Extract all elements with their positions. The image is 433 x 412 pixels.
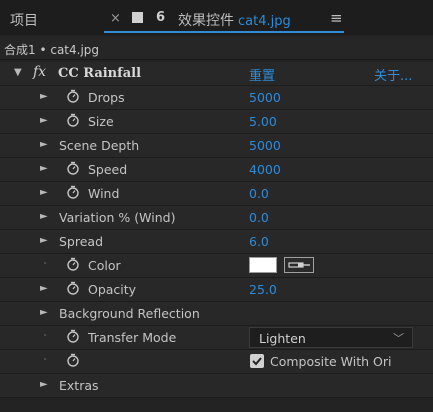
active-tab-underline — [104, 31, 344, 33]
property-row-color: Color — [0, 254, 433, 278]
property-row-composite: Composite With Ori — [0, 350, 433, 374]
tab-effect-controls[interactable]: 效果控件 cat4.jpg — [178, 10, 291, 30]
property-label: Scene Depth — [59, 138, 140, 153]
property-label: Drops — [88, 90, 125, 105]
panel-tab-bar: 项目 × 6 效果控件 cat4.jpg ≡ — [0, 0, 433, 35]
property-row-extras: ► Extras — [0, 374, 433, 398]
effect-controls-panel: 项目 × 6 效果控件 cat4.jpg ≡ 合成1 • cat4.jpg ▼ f… — [0, 0, 433, 412]
tab-effect-controls-label: 效果控件 — [178, 13, 234, 29]
no-expand-dot — [44, 334, 46, 336]
property-row-drops: ► Drops 5000 — [0, 86, 433, 110]
property-value-opacity[interactable]: 25.0 — [249, 282, 277, 297]
property-value-spread[interactable]: 6.0 — [249, 234, 269, 249]
stopwatch-icon[interactable] — [66, 281, 80, 295]
transfer-mode-dropdown[interactable]: Lighten ﹀ — [249, 327, 413, 348]
property-label: Wind — [88, 186, 120, 201]
expand-triangle-icon[interactable]: ► — [40, 235, 48, 246]
chevron-down-icon: ﹀ — [393, 332, 404, 345]
stopwatch-icon[interactable] — [66, 113, 80, 127]
effect-header-row[interactable]: ▼ fx CC Rainfall 重置 关于... — [0, 62, 433, 86]
expand-triangle-icon[interactable]: ► — [40, 187, 48, 198]
stopwatch-icon[interactable] — [66, 257, 80, 271]
lock-icon[interactable]: 6 — [156, 10, 165, 25]
eyedropper-icon[interactable] — [284, 257, 314, 273]
expand-triangle-icon[interactable]: ► — [40, 307, 48, 318]
property-row-variation-wind: ► Variation % (Wind) 0.0 — [0, 206, 433, 230]
no-expand-dot — [44, 358, 46, 360]
tab-project[interactable]: 项目 — [10, 10, 38, 30]
property-value-scene-depth[interactable]: 5000 — [249, 138, 281, 153]
breadcrumb-text: 合成1 • cat4.jpg — [4, 43, 100, 57]
property-label: Color — [88, 258, 121, 273]
expand-triangle-icon[interactable]: ► — [40, 211, 48, 222]
property-label: Background Reflection — [59, 306, 200, 321]
expand-triangle-icon[interactable]: ► — [40, 283, 48, 294]
collapse-triangle-icon[interactable]: ▼ — [14, 67, 22, 78]
color-swatch[interactable] — [249, 257, 277, 273]
stopwatch-icon[interactable] — [66, 185, 80, 199]
property-value-size[interactable]: 5.00 — [249, 114, 277, 129]
stopwatch-icon[interactable] — [66, 329, 80, 343]
expand-triangle-icon[interactable]: ► — [40, 163, 48, 174]
property-row-background-reflection: ► Background Reflection — [0, 302, 433, 326]
tab-file-name: cat4.jpg — [238, 14, 291, 29]
expand-triangle-icon[interactable]: ► — [40, 91, 48, 102]
stopwatch-icon[interactable] — [66, 89, 80, 103]
composite-checkbox[interactable] — [250, 354, 264, 368]
fx-icon[interactable]: fx — [33, 64, 46, 80]
property-value-wind[interactable]: 0.0 — [249, 186, 269, 201]
reset-link[interactable]: 重置 — [249, 65, 275, 84]
property-row-spread: ► Spread 6.0 — [0, 230, 433, 254]
property-value-speed[interactable]: 4000 — [249, 162, 281, 177]
composite-checkbox-label: Composite With Ori — [270, 354, 392, 369]
effect-name: CC Rainfall — [58, 66, 142, 81]
tab-square-icon[interactable] — [132, 12, 143, 23]
breadcrumb: 合成1 • cat4.jpg — [0, 37, 433, 60]
property-value-drops[interactable]: 5000 — [249, 90, 281, 105]
property-row-transfer-mode: Transfer Mode Lighten ﹀ — [0, 326, 433, 350]
dropdown-selected-value: Lighten — [259, 331, 306, 346]
expand-triangle-icon[interactable]: ► — [40, 115, 48, 126]
property-label: Extras — [59, 378, 99, 393]
no-expand-dot — [44, 262, 46, 264]
close-tab-icon[interactable]: × — [110, 11, 121, 26]
property-label: Spread — [59, 234, 104, 249]
stopwatch-icon[interactable] — [66, 161, 80, 175]
property-row-speed: ► Speed 4000 — [0, 158, 433, 182]
property-row-size: ► Size 5.00 — [0, 110, 433, 134]
property-label: Variation % (Wind) — [59, 210, 176, 225]
property-label: Transfer Mode — [88, 330, 177, 345]
stopwatch-icon[interactable] — [66, 353, 80, 367]
property-row-opacity: ► Opacity 25.0 — [0, 278, 433, 302]
property-label: Speed — [88, 162, 128, 177]
about-link[interactable]: 关于... — [374, 65, 412, 84]
expand-triangle-icon[interactable]: ► — [40, 379, 48, 390]
property-label: Size — [88, 114, 114, 129]
property-value-variation-wind[interactable]: 0.0 — [249, 210, 269, 225]
property-label: Opacity — [88, 282, 137, 297]
expand-triangle-icon[interactable]: ► — [40, 139, 48, 150]
property-row-wind: ► Wind 0.0 — [0, 182, 433, 206]
property-row-scene-depth: ► Scene Depth 5000 — [0, 134, 433, 158]
properties-list: ▼ fx CC Rainfall 重置 关于... ► Drops 5000 ►… — [0, 62, 433, 398]
panel-menu-icon[interactable]: ≡ — [330, 9, 343, 27]
